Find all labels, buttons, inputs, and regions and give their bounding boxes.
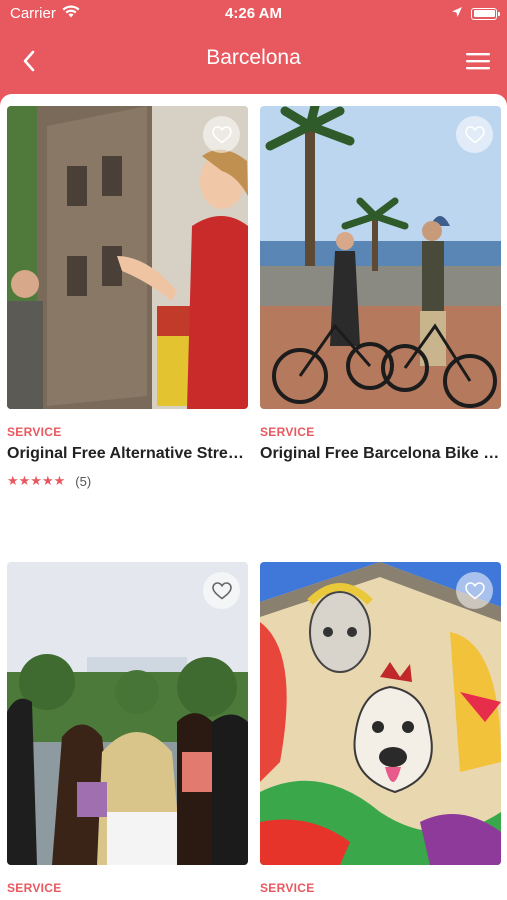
card-title[interactable]: Original Free Alternative Street Art Tou… bbox=[7, 445, 248, 463]
status-bar: Carrier 4:26 AM bbox=[0, 0, 507, 28]
star-rating: ★★★★★ bbox=[7, 473, 66, 488]
tour-image[interactable] bbox=[7, 106, 248, 409]
rating-count: (5) bbox=[75, 473, 92, 489]
tour-image[interactable] bbox=[260, 106, 501, 409]
favorite-button[interactable] bbox=[456, 116, 493, 153]
tour-image[interactable] bbox=[260, 562, 501, 865]
tour-card[interactable]: SERVICE bbox=[7, 562, 248, 895]
tour-card[interactable]: SERVICE Original Free Barcelona Bike Tou… bbox=[260, 106, 501, 463]
nav-bar: Barcelona bbox=[0, 28, 507, 94]
menu-button[interactable] bbox=[463, 46, 493, 76]
location-arrow-icon bbox=[451, 5, 463, 22]
tour-card[interactable]: SERVICE bbox=[260, 562, 501, 895]
card-category: SERVICE bbox=[7, 881, 62, 895]
street-art-tour-photo bbox=[7, 106, 248, 409]
heart-icon bbox=[211, 581, 232, 600]
card-category: SERVICE bbox=[260, 881, 315, 895]
favorite-button[interactable] bbox=[456, 572, 493, 609]
card-category: SERVICE bbox=[7, 425, 62, 439]
hamburger-icon bbox=[466, 53, 490, 70]
content-area: SERVICE Original Free Alternative Street… bbox=[0, 94, 507, 900]
group-tour-photo bbox=[7, 562, 248, 865]
card-title[interactable]: Original Free Barcelona Bike Tour bbox=[260, 445, 501, 463]
favorite-button[interactable] bbox=[203, 572, 240, 609]
page-title: Barcelona bbox=[206, 46, 301, 69]
battery-icon bbox=[471, 7, 500, 20]
card-category: SERVICE bbox=[260, 425, 315, 439]
bike-tour-photo bbox=[260, 106, 501, 409]
heart-icon bbox=[211, 125, 232, 144]
card-rating: ★★★★★ (5) bbox=[7, 473, 248, 489]
heart-icon bbox=[464, 581, 485, 600]
heart-icon bbox=[464, 125, 485, 144]
status-time: 4:26 AM bbox=[225, 5, 282, 22]
tour-image[interactable] bbox=[7, 562, 248, 865]
status-right bbox=[451, 5, 500, 22]
graffiti-mural-photo bbox=[260, 562, 501, 865]
tour-card[interactable]: SERVICE Original Free Alternative Street… bbox=[7, 106, 248, 489]
favorite-button[interactable] bbox=[203, 116, 240, 153]
